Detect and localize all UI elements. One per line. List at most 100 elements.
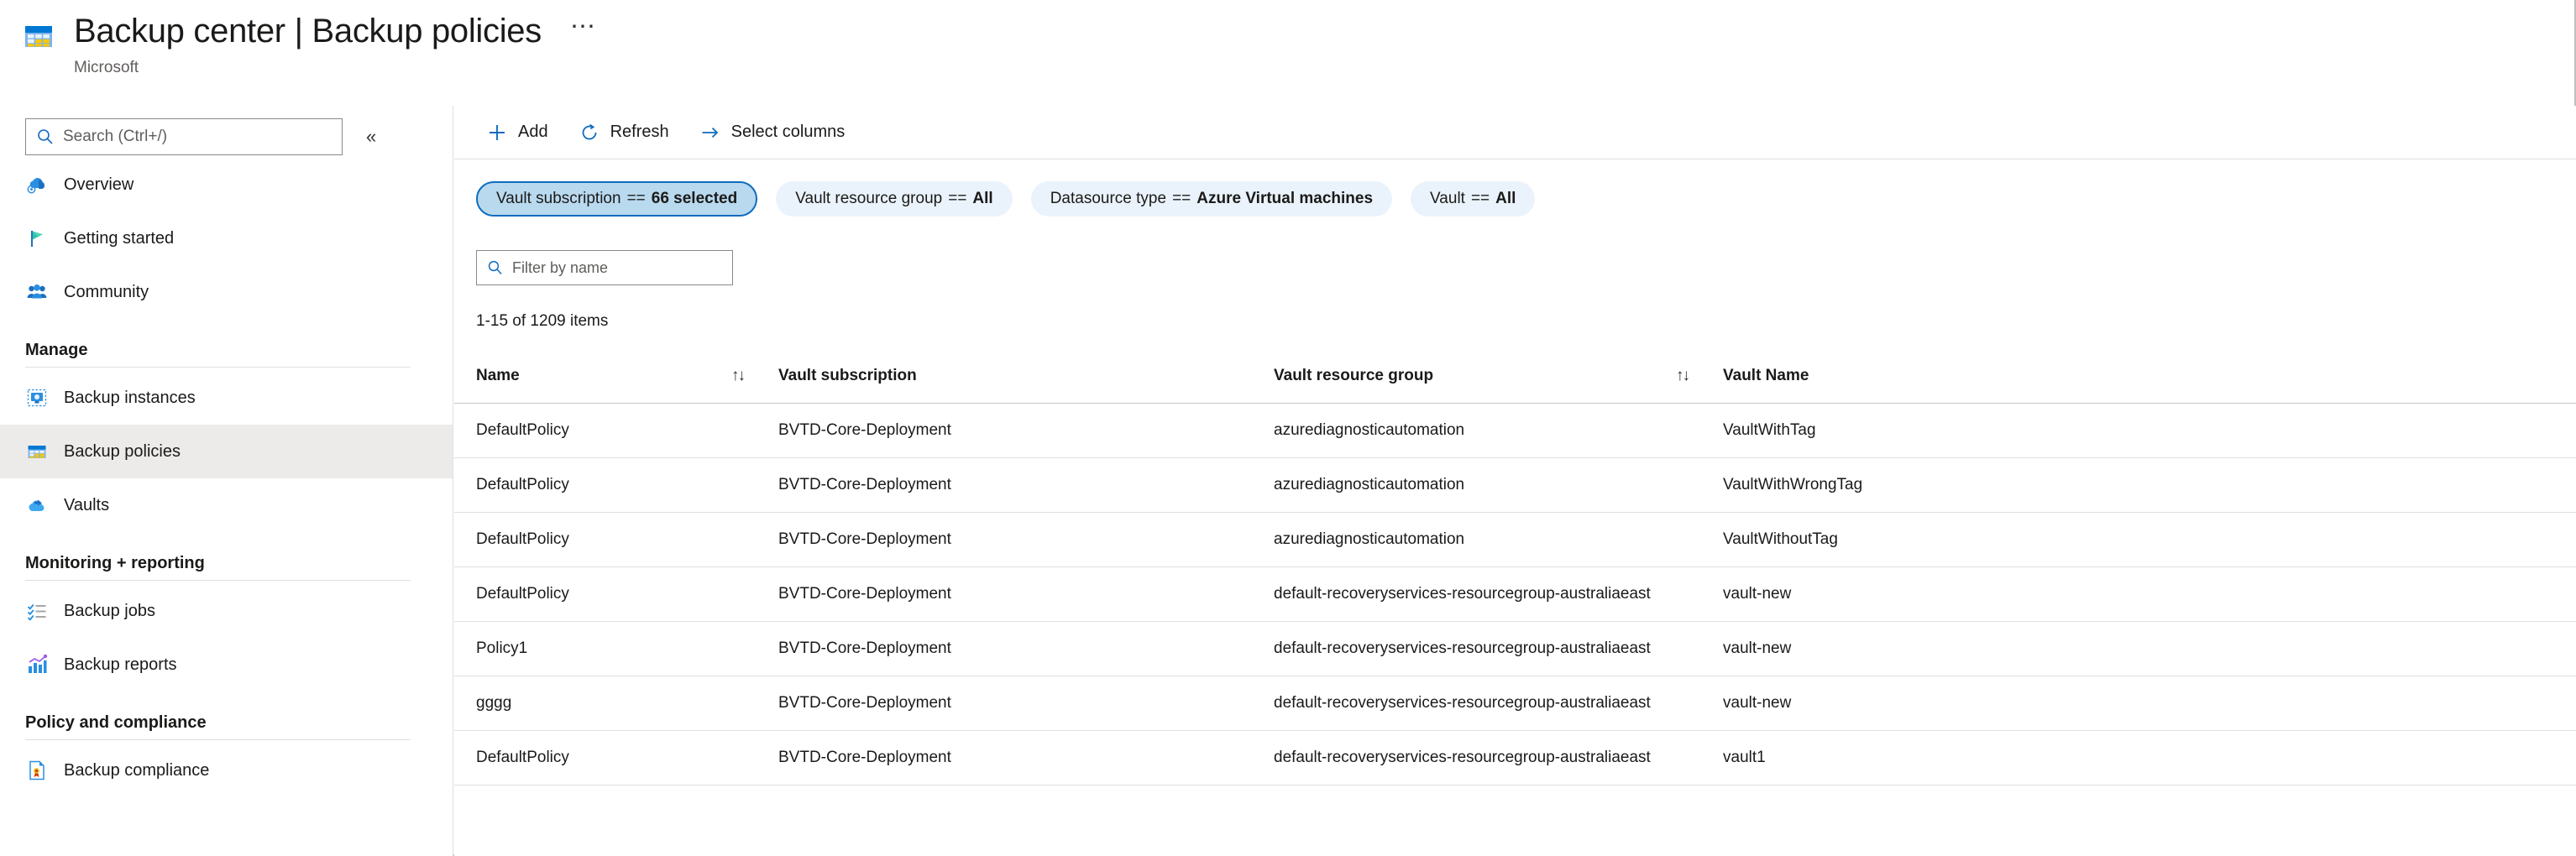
- name-filter-box[interactable]: [476, 250, 733, 285]
- cell-vault-subscription: BVTD-Core-Deployment: [757, 585, 1252, 603]
- name-filter-wrap: [454, 217, 2576, 285]
- cell-name: DefaultPolicy: [454, 585, 731, 603]
- cell-name: DefaultPolicy: [454, 421, 731, 440]
- cell-vault-resource-group: azurediagnosticautomation: [1252, 530, 1676, 549]
- sidebar-item-label: Backup instances: [64, 389, 196, 408]
- cell-vault-subscription: BVTD-Core-Deployment: [757, 749, 1252, 767]
- add-label: Add: [518, 123, 548, 142]
- table-row[interactable]: Policy1 BVTD-Core-Deployment default-rec…: [454, 622, 2576, 676]
- cell-vault-name: vault-new: [1701, 694, 2121, 712]
- checklist-icon: [25, 599, 49, 623]
- table-row[interactable]: DefaultPolicy BVTD-Core-Deployment azure…: [454, 404, 2576, 458]
- cell-vault-resource-group: azurediagnosticautomation: [1252, 421, 1676, 440]
- filter-pill-bar: Vault subscription == 66 selected Vault …: [454, 159, 2576, 217]
- filter-pill-vault-resource-group[interactable]: Vault resource group == All: [776, 181, 1012, 217]
- item-count-label: 1-15 of 1209 items: [454, 285, 2576, 331]
- flag-icon: [25, 227, 49, 250]
- sort-name-icon[interactable]: ↑↓: [731, 368, 744, 384]
- column-header-vault-name[interactable]: Vault Name: [1701, 367, 2121, 385]
- page-header: Backup center | Backup policies ⋯ Micros…: [0, 0, 2576, 106]
- refresh-button[interactable]: Refresh: [567, 114, 681, 151]
- table-row[interactable]: DefaultPolicy BVTD-Core-Deployment defau…: [454, 567, 2576, 622]
- table-row[interactable]: DefaultPolicy BVTD-Core-Deployment defau…: [454, 731, 2576, 786]
- title-block: Backup center | Backup policies ⋯ Micros…: [74, 12, 604, 77]
- filter-pill-vault-subscription[interactable]: Vault subscription == 66 selected: [476, 181, 757, 217]
- cell-vault-resource-group: default-recoveryservices-resourcegroup-a…: [1252, 585, 1676, 603]
- filter-pill-datasource-type[interactable]: Datasource type == Azure Virtual machine…: [1031, 181, 1392, 217]
- cell-name: gggg: [454, 694, 731, 712]
- arrow-right-icon: [699, 122, 721, 144]
- sort-vault-resource-group-icon[interactable]: ↑↓: [1676, 368, 1689, 384]
- cell-name: DefaultPolicy: [454, 530, 731, 549]
- cell-vault-resource-group: azurediagnosticautomation: [1252, 476, 1676, 494]
- sidebar-item-backup-compliance[interactable]: Backup compliance: [0, 744, 453, 797]
- azure-portal-page: Backup center | Backup policies ⋯ Micros…: [0, 0, 2576, 856]
- cell-vault-name: VaultWithTag: [1701, 421, 2121, 440]
- sidebar-item-label: Backup reports: [64, 655, 177, 675]
- column-header-vault-subscription[interactable]: Vault subscription: [757, 367, 1252, 385]
- cell-vault-name: VaultWithWrongTag: [1701, 476, 2121, 494]
- pill-value: All: [972, 190, 992, 208]
- sidebar-search-row: «: [0, 106, 453, 158]
- pill-operator: ==: [1471, 190, 1490, 208]
- page-subtitle: Microsoft: [74, 59, 604, 77]
- search-icon: [487, 259, 504, 276]
- table-row[interactable]: gggg BVTD-Core-Deployment default-recove…: [454, 676, 2576, 731]
- refresh-label: Refresh: [610, 123, 669, 142]
- backup-policies-table: Name ↑↓ Vault subscription Vault resourc…: [454, 349, 2576, 786]
- sidebar-item-community[interactable]: Community: [0, 265, 453, 319]
- cell-vault-subscription: BVTD-Core-Deployment: [757, 639, 1252, 658]
- sidebar-item-overview[interactable]: Overview: [0, 158, 453, 211]
- pill-operator: ==: [1172, 190, 1191, 208]
- sidebar-item-label: Backup policies: [64, 442, 181, 462]
- backup-instances-icon: [25, 386, 49, 410]
- sidebar-item-backup-instances[interactable]: Backup instances: [0, 371, 453, 425]
- pill-value: Azure Virtual machines: [1196, 190, 1373, 208]
- column-header-vault-resource-group[interactable]: Vault resource group: [1252, 367, 1676, 385]
- sidebar-search-box[interactable]: [25, 118, 343, 155]
- main-content: Add Refresh Select colum: [454, 106, 2576, 856]
- sidebar-divider: [25, 739, 411, 740]
- sidebar-group-manage: Manage: [0, 319, 453, 367]
- more-actions-button[interactable]: ⋯: [563, 15, 604, 47]
- column-header-name[interactable]: Name: [454, 367, 731, 385]
- select-columns-button[interactable]: Select columns: [688, 114, 857, 151]
- filter-by-name-input[interactable]: [512, 259, 705, 277]
- cell-name: Policy1: [454, 639, 731, 658]
- vault-cloud-icon: [25, 493, 49, 517]
- cell-vault-subscription: BVTD-Core-Deployment: [757, 694, 1252, 712]
- refresh-icon: [579, 122, 600, 144]
- table-row[interactable]: DefaultPolicy BVTD-Core-Deployment azure…: [454, 513, 2576, 567]
- certificate-document-icon: [25, 759, 49, 782]
- table-header-row: Name ↑↓ Vault subscription Vault resourc…: [454, 349, 2576, 404]
- cell-vault-subscription: BVTD-Core-Deployment: [757, 476, 1252, 494]
- filter-pill-vault[interactable]: Vault == All: [1411, 181, 1535, 217]
- bar-chart-icon: [25, 653, 49, 676]
- pill-value: All: [1495, 190, 1516, 208]
- sidebar-item-backup-policies[interactable]: Backup policies: [0, 425, 453, 478]
- sidebar-item-label: Backup jobs: [64, 602, 155, 621]
- sidebar-item-label: Overview: [64, 175, 134, 195]
- pill-name: Datasource type: [1050, 190, 1166, 208]
- sidebar-item-vaults[interactable]: Vaults: [0, 478, 453, 532]
- sidebar-item-label: Community: [64, 283, 149, 302]
- sidebar-divider: [25, 367, 411, 368]
- pill-name: Vault resource group: [795, 190, 942, 208]
- sidebar-item-backup-jobs[interactable]: Backup jobs: [0, 584, 453, 638]
- sidebar-item-label: Backup compliance: [64, 761, 209, 780]
- search-input[interactable]: [63, 128, 315, 146]
- cell-vault-name: vault-new: [1701, 585, 2121, 603]
- cloud-overview-icon: [25, 173, 49, 196]
- plus-icon: [486, 122, 508, 144]
- sidebar-item-backup-reports[interactable]: Backup reports: [0, 638, 453, 692]
- add-button[interactable]: Add: [474, 114, 560, 151]
- sidebar-item-getting-started[interactable]: Getting started: [0, 211, 453, 265]
- collapse-sidebar-button[interactable]: «: [361, 123, 381, 151]
- select-columns-label: Select columns: [731, 123, 846, 142]
- sidebar-group-monitoring: Monitoring + reporting: [0, 532, 453, 580]
- search-icon: [36, 128, 55, 146]
- table-row[interactable]: DefaultPolicy BVTD-Core-Deployment azure…: [454, 458, 2576, 513]
- pill-name: Vault subscription: [496, 190, 621, 208]
- pill-name: Vault: [1430, 190, 1465, 208]
- pill-value: 66 selected: [652, 190, 737, 208]
